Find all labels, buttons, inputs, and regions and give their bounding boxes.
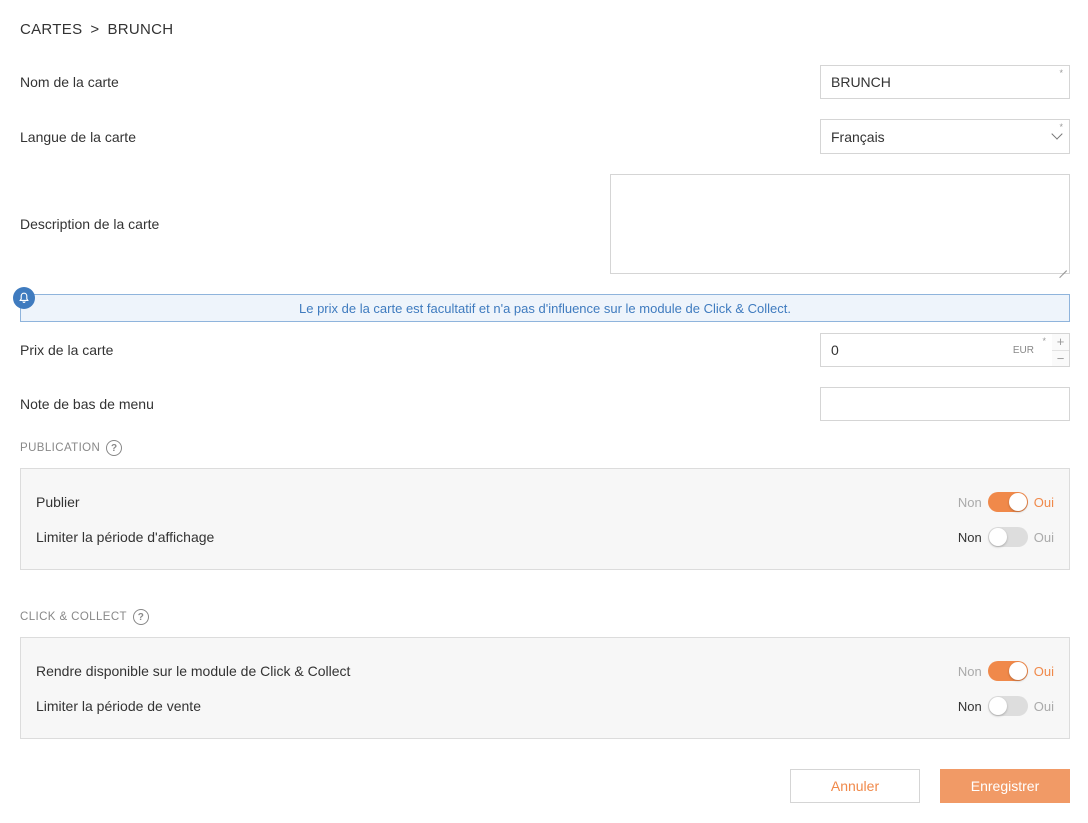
limit-display-row: Limiter la période d'affichage Non Oui — [36, 525, 1054, 549]
publish-label: Publier — [36, 494, 80, 510]
price-input[interactable]: 0 EUR * — [820, 333, 1053, 367]
info-banner: Le prix de la carte est facultatif et n'… — [20, 294, 1070, 322]
limit-sale-toggle[interactable] — [987, 696, 1028, 716]
toggle-on-label: Oui — [1033, 663, 1054, 679]
currency-label: EUR — [1012, 345, 1034, 356]
limit-sale-label: Limiter la période de vente — [36, 698, 201, 714]
click-collect-available-toggle-group: Non Oui — [958, 661, 1054, 681]
limit-sale-row: Limiter la période de vente Non Oui — [36, 694, 1054, 718]
limit-display-label: Limiter la période d'affichage — [36, 529, 215, 545]
toggle-off-label: Non — [957, 494, 982, 510]
publish-row: Publier Non Oui — [36, 490, 1054, 514]
info-banner-text: Le prix de la carte est facultatif et n'… — [299, 300, 791, 316]
increment-button[interactable]: + — [1052, 334, 1069, 350]
description-textarea[interactable] — [610, 174, 1070, 274]
language-select-value: Français — [831, 128, 885, 145]
required-mark: * — [1059, 68, 1063, 78]
toggle-on-label: Oui — [1033, 494, 1054, 510]
footer-note-input[interactable] — [820, 387, 1070, 421]
publication-title: PUBLICATION ? — [20, 440, 123, 456]
breadcrumb-parent[interactable]: CARTES — [20, 21, 82, 38]
toggle-on-label: Oui — [1033, 529, 1054, 545]
price-input-value: 0 — [831, 342, 839, 358]
toggle-knob — [1008, 662, 1027, 680]
breadcrumb: CARTES > BRUNCH — [20, 21, 173, 38]
toggle-knob — [988, 528, 1007, 546]
decrement-button[interactable]: − — [1052, 349, 1069, 366]
click-collect-title-text: CLICK & COLLECT — [20, 611, 127, 623]
toggle-on-label: Oui — [1033, 698, 1054, 714]
name-input[interactable]: BRUNCH * — [820, 65, 1070, 99]
footer-note-label: Note de bas de menu — [20, 396, 154, 412]
resize-handle-icon[interactable] — [1059, 263, 1067, 271]
language-select[interactable]: Français * — [820, 119, 1070, 154]
help-icon[interactable]: ? — [106, 440, 123, 456]
required-mark: * — [1042, 336, 1046, 346]
breadcrumb-separator: > — [90, 21, 100, 38]
name-label: Nom de la carte — [20, 74, 119, 90]
click-collect-title: CLICK & COLLECT ? — [20, 609, 149, 625]
name-input-value: BRUNCH — [831, 74, 891, 90]
toggle-off-label: Non — [957, 663, 982, 679]
toggle-knob — [1008, 493, 1027, 511]
toggle-knob — [988, 697, 1007, 715]
bell-icon — [13, 287, 35, 309]
description-label: Description de la carte — [20, 216, 160, 232]
limit-display-toggle[interactable] — [987, 527, 1028, 547]
publish-toggle[interactable] — [987, 492, 1028, 512]
click-collect-panel: Rendre disponible sur le module de Click… — [20, 637, 1070, 739]
click-collect-available-toggle[interactable] — [987, 661, 1028, 681]
cancel-button[interactable]: Annuler — [790, 769, 920, 803]
click-collect-available-row: Rendre disponible sur le module de Click… — [36, 659, 1054, 683]
limit-sale-toggle-group: Non Oui — [958, 696, 1054, 716]
publication-title-text: PUBLICATION — [20, 442, 101, 454]
save-button[interactable]: Enregistrer — [940, 769, 1070, 803]
help-icon[interactable]: ? — [132, 609, 149, 625]
price-stepper: + − — [1052, 333, 1070, 367]
toggle-off-label: Non — [957, 698, 982, 714]
price-label: Prix de la carte — [20, 342, 114, 358]
publish-toggle-group: Non Oui — [958, 492, 1054, 512]
publication-panel: Publier Non Oui Limiter la période d'aff… — [20, 468, 1070, 570]
click-collect-available-label: Rendre disponible sur le module de Click… — [36, 663, 351, 679]
language-label: Langue de la carte — [20, 129, 136, 145]
limit-display-toggle-group: Non Oui — [958, 527, 1054, 547]
breadcrumb-current: BRUNCH — [107, 21, 174, 38]
toggle-off-label: Non — [957, 529, 982, 545]
